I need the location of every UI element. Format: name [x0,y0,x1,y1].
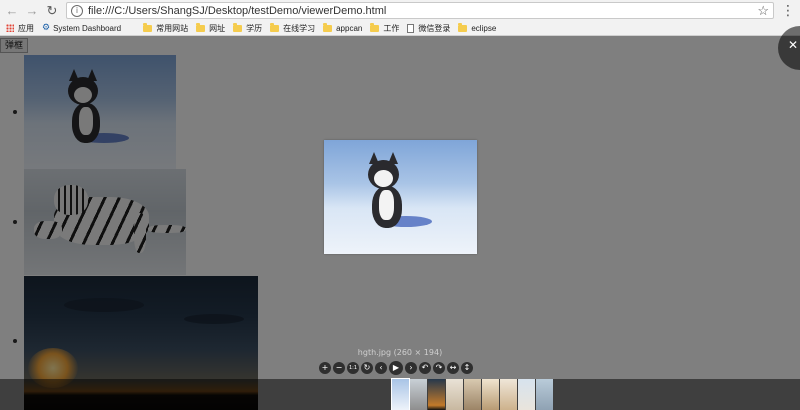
viewer-image[interactable] [324,140,477,254]
bookmark-folder-common-sites[interactable]: 常用网站 [143,22,189,34]
folder-icon [458,22,468,32]
bookmark-wechat-login[interactable]: 微信登录 [407,23,450,34]
bookmark-folder-online-learning[interactable]: 在线学习 [270,22,316,34]
thumbnail-husky[interactable] [391,378,410,410]
bookmark-apps[interactable]: 应用 [6,23,34,34]
folder-icon [270,22,280,32]
bookmark-label: 学历 [246,23,263,33]
viewer-toolbar: + − 1:1 ↻ ‹ ▶ › ↶ ↷ ↔ ↕ [319,361,475,375]
thumbnail-strip [391,378,554,410]
folder-icon [233,22,243,32]
folder-icon [196,22,206,32]
zoom-out-button[interactable]: − [333,362,345,374]
bookmark-system-dashboard[interactable]: ⚙ System Dashboard [42,23,121,33]
bookmark-label: 常用网站 [156,23,189,33]
bookmark-folder-education[interactable]: 学历 [233,22,263,34]
flip-vertical-button[interactable]: ↕ [461,362,473,374]
bookmark-label: 应用 [18,23,34,33]
viewer-navbar [0,378,800,410]
url-input[interactable]: i file:///C:/Users/ShangSJ/Desktop/testD… [66,2,774,19]
folder-icon [370,22,380,32]
thumbnail-kitten-3[interactable] [482,379,499,410]
thumbnail-kitten-2[interactable] [464,379,481,410]
thumbnail-kitten-4[interactable] [500,379,517,410]
bookmark-folder-eclipse[interactable]: eclipse [458,22,497,33]
folder-icon [323,22,333,32]
bookmark-folder-urls[interactable]: 网址 [196,22,226,34]
bookmark-folder-appcan[interactable]: appcan [323,22,363,33]
address-bar: ← → ↻ i file:///C:/Users/ShangSJ/Desktop… [0,0,800,21]
bookmark-label: eclipse [471,23,497,33]
prev-button[interactable]: ‹ [375,362,387,374]
reset-button[interactable]: ↻ [361,362,373,374]
thumbnail-kitten-1[interactable] [446,379,463,410]
gear-icon: ⚙ [42,23,51,33]
url-text: file:///C:/Users/ShangSJ/Desktop/testDem… [88,4,387,17]
thumbnail-sunset[interactable] [428,379,445,410]
bookmark-label: 网址 [209,23,226,33]
bookmark-folder-work[interactable]: 工作 [370,22,400,34]
bookmark-label: 在线学习 [283,23,316,33]
thumbnail-kitten-6[interactable] [536,379,553,410]
thumbnail-kitten-5[interactable] [518,379,535,410]
play-button[interactable]: ▶ [389,361,403,375]
next-button[interactable]: › [405,362,417,374]
bookmark-label: 工作 [383,23,400,33]
rotate-right-button[interactable]: ↷ [433,362,445,374]
rotate-left-button[interactable]: ↶ [419,362,431,374]
one-to-one-button[interactable]: 1:1 [347,362,359,374]
folder-icon [143,22,153,32]
bookmark-label: 微信登录 [418,23,451,33]
reload-icon[interactable]: ↻ [44,3,60,19]
bookmarks-bar: 应用 ⚙ System Dashboard 常用网站 网址 学历 在线学习 ap… [0,21,800,36]
more-vertical-icon[interactable]: ⋮ [780,3,796,19]
arrow-left-icon[interactable]: ← [4,3,20,19]
bookmark-label: appcan [336,23,363,33]
apps-grid-icon [6,24,14,32]
thumbnail-tiger[interactable] [410,379,427,410]
arrow-right-icon[interactable]: → [24,3,40,19]
zoom-in-button[interactable]: + [319,362,331,374]
star-icon[interactable]: ☆ [757,3,769,19]
bookmark-label: System Dashboard [53,23,122,33]
flip-horizontal-button[interactable]: ↔ [447,362,459,374]
info-icon[interactable]: i [71,4,83,17]
viewer-title: hgth.jpg (260 × 194) [357,348,443,357]
close-icon: ✕ [788,38,799,52]
document-icon [407,23,415,33]
